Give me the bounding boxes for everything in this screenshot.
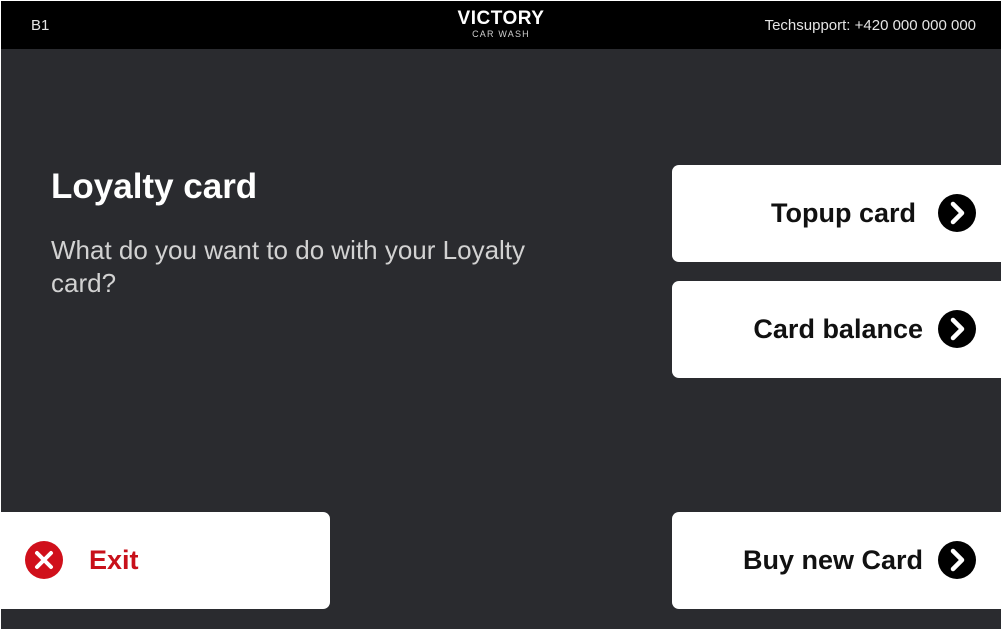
close-circle-icon [25,541,63,579]
card-balance-button[interactable]: Card balance [672,281,1001,378]
loyalty-card-screen: B1 VICTORY CAR WASH Techsupport: +420 00… [1,1,1001,629]
buy-new-card-button[interactable]: Buy new Card [672,512,1001,609]
exit-label: Exit [89,545,139,575]
chevron-right-circle-icon [938,541,976,579]
exit-button[interactable]: Exit [1,512,330,609]
topup-card-button[interactable]: Topup card [672,165,1001,262]
topup-card-label: Topup card [771,198,916,228]
page-title: Loyalty card [51,167,258,206]
techsupport-text: Techsupport: +420 000 000 000 [764,17,976,34]
page-subtitle: What do you want to do with your Loyalty… [51,235,526,298]
top-bar: B1 VICTORY CAR WASH Techsupport: +420 00… [1,1,1001,49]
buy-new-card-label: Buy new Card [742,545,923,575]
chevron-right-circle-icon [938,194,976,232]
card-balance-label: Card balance [753,314,923,344]
chevron-right-circle-icon [938,310,976,348]
